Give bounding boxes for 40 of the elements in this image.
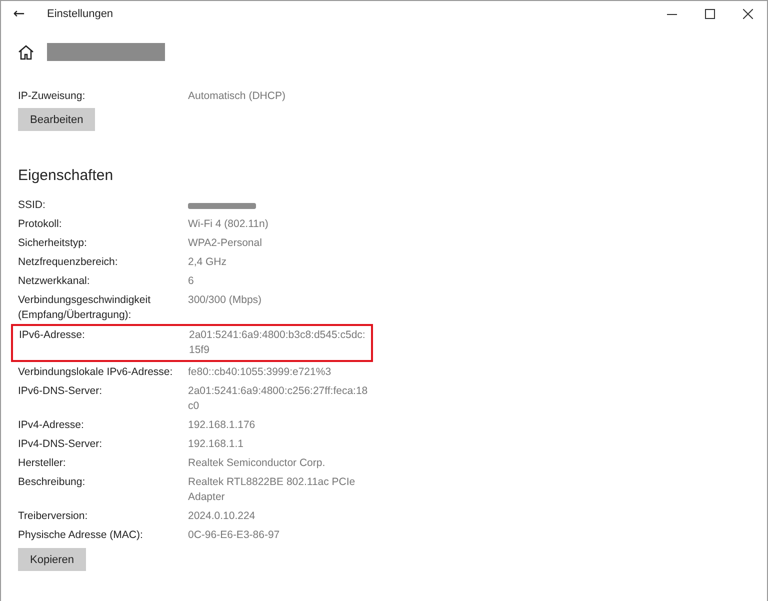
edit-button[interactable]: Bearbeiten [18,108,96,131]
property-value: 2024.0.10.224 [188,509,256,524]
property-value: 2,4 GHz [188,255,227,270]
property-value: Realtek RTL8822BE 802.11ac PCIe Adapter [188,475,356,505]
property-label: Protokoll: [18,217,63,232]
property-value: 0C-96-E6-E3-86-97 [188,528,280,543]
property-value: Realtek Semiconductor Corp. [188,456,326,471]
property-value: Wi-Fi 4 (802.11n) [188,217,268,232]
property-label: IPv6-Adresse: [19,328,86,343]
property-label: IPv4-Adresse: [18,418,85,433]
back-button[interactable]: ← [1,1,37,27]
property-label: IPv6-DNS-Server: [18,384,104,399]
property-label: Beschreibung: [18,475,86,490]
property-value: 192.168.1.176 [188,418,256,433]
window-title: Einstellungen [47,8,114,20]
property-value: 2a01:5241:6a9:4800:c256:27ff:feca:18 c0 [188,384,368,414]
property-label: Physische Adresse (MAC): [18,528,144,543]
maximize-icon [705,9,715,19]
property-label: Netzwerkkanal: [18,274,91,289]
property-value: 192.168.1.1 [188,437,244,452]
property-value: 300/300 (Mbps) [188,293,262,308]
redaction-bar [188,203,256,209]
property-value: Automatisch (DHCP) [188,89,286,104]
property-label: Netzfrequenzbereich: [18,255,119,270]
property-value: 6 [188,274,194,289]
property-label: Hersteller: [18,456,67,471]
property-label: Verbindungsgeschwindigkeit (Empfang/Übertragung): [18,293,152,323]
home-icon[interactable] [18,44,34,60]
section-heading: Eigenschaften [18,167,114,184]
property-value: 2a01:5241:6a9:4800:b3c8:d545:c5dc: 15f9 [189,328,366,358]
property-label: IP-Zuweisung: [18,89,86,104]
property-label: Verbindungslokale IPv6-Adresse: [18,365,174,380]
close-icon [743,9,753,19]
property-value: fe80::cb40:1055:3999:e721%3 [188,365,332,380]
copy-button[interactable]: Kopieren [18,548,86,571]
property-value: WPA2-Personal [188,236,262,251]
property-label: IPv4-DNS-Server: [18,437,104,452]
property-label: Sicherheitstyp: [18,236,88,251]
property-label: Treiberversion: [18,509,89,524]
property-label: SSID: [18,198,46,213]
